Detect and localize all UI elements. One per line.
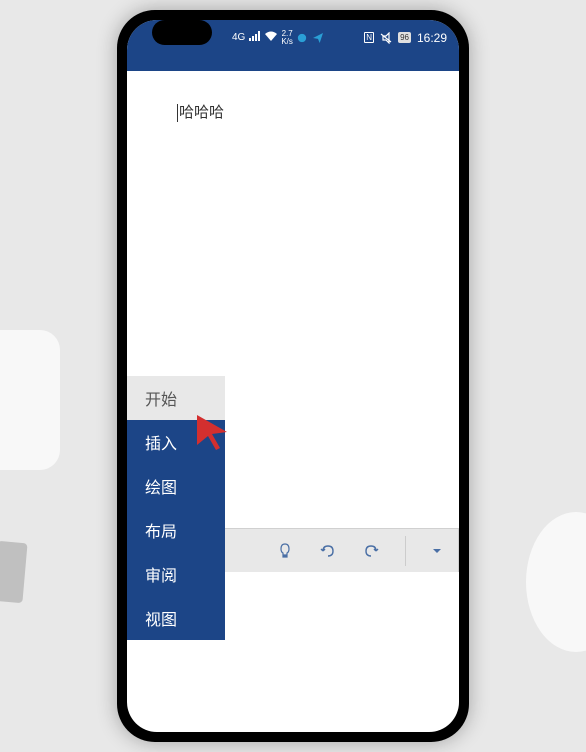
redo-icon[interactable]: [362, 542, 380, 560]
wifi-icon: [265, 31, 277, 44]
chevron-down-icon[interactable]: [431, 545, 443, 557]
menu-label: 绘图: [145, 474, 177, 498]
menu-item-layout[interactable]: 布局: [127, 508, 225, 552]
mute-icon: [380, 32, 392, 44]
phone-frame: 4G 2.7 K/s N: [117, 10, 469, 742]
bg-decoration: [526, 512, 586, 652]
clock-time: 16:29: [417, 31, 447, 45]
signal-type: 4G: [232, 32, 245, 43]
menu-label: 插入: [145, 430, 177, 454]
app-bar: [127, 55, 459, 71]
menu-label: 视图: [145, 606, 177, 630]
battery-level: 96: [398, 32, 411, 43]
menu-item-draw[interactable]: 绘图: [127, 464, 225, 508]
bottom-toolbar: [225, 528, 459, 572]
menu-label: 审阅: [145, 562, 177, 586]
menu-label: 开始: [145, 386, 177, 410]
document-text[interactable]: 哈哈哈: [179, 104, 224, 121]
bg-decoration: [0, 541, 28, 603]
data-speed-unit: K/s: [281, 38, 293, 46]
data-speed: 2.7 K/s: [281, 30, 293, 46]
undo-icon[interactable]: [319, 542, 337, 560]
separator: [405, 536, 406, 566]
menu-item-view[interactable]: 视图: [127, 596, 225, 640]
phone-screen: 4G 2.7 K/s N: [127, 20, 459, 732]
battery-indicator: 96: [398, 32, 411, 43]
bg-decoration: [0, 330, 60, 470]
send-icon: [313, 32, 325, 44]
phone-notch: [152, 20, 212, 45]
menu-item-review[interactable]: 审阅: [127, 552, 225, 596]
nfc-icon: N: [364, 32, 374, 43]
location-icon: [297, 32, 309, 44]
text-cursor: [177, 104, 178, 122]
lightbulb-icon[interactable]: [276, 542, 294, 560]
signal-icon: [249, 31, 261, 44]
cursor-pointer-icon: [192, 410, 232, 455]
menu-label: 布局: [145, 518, 177, 542]
